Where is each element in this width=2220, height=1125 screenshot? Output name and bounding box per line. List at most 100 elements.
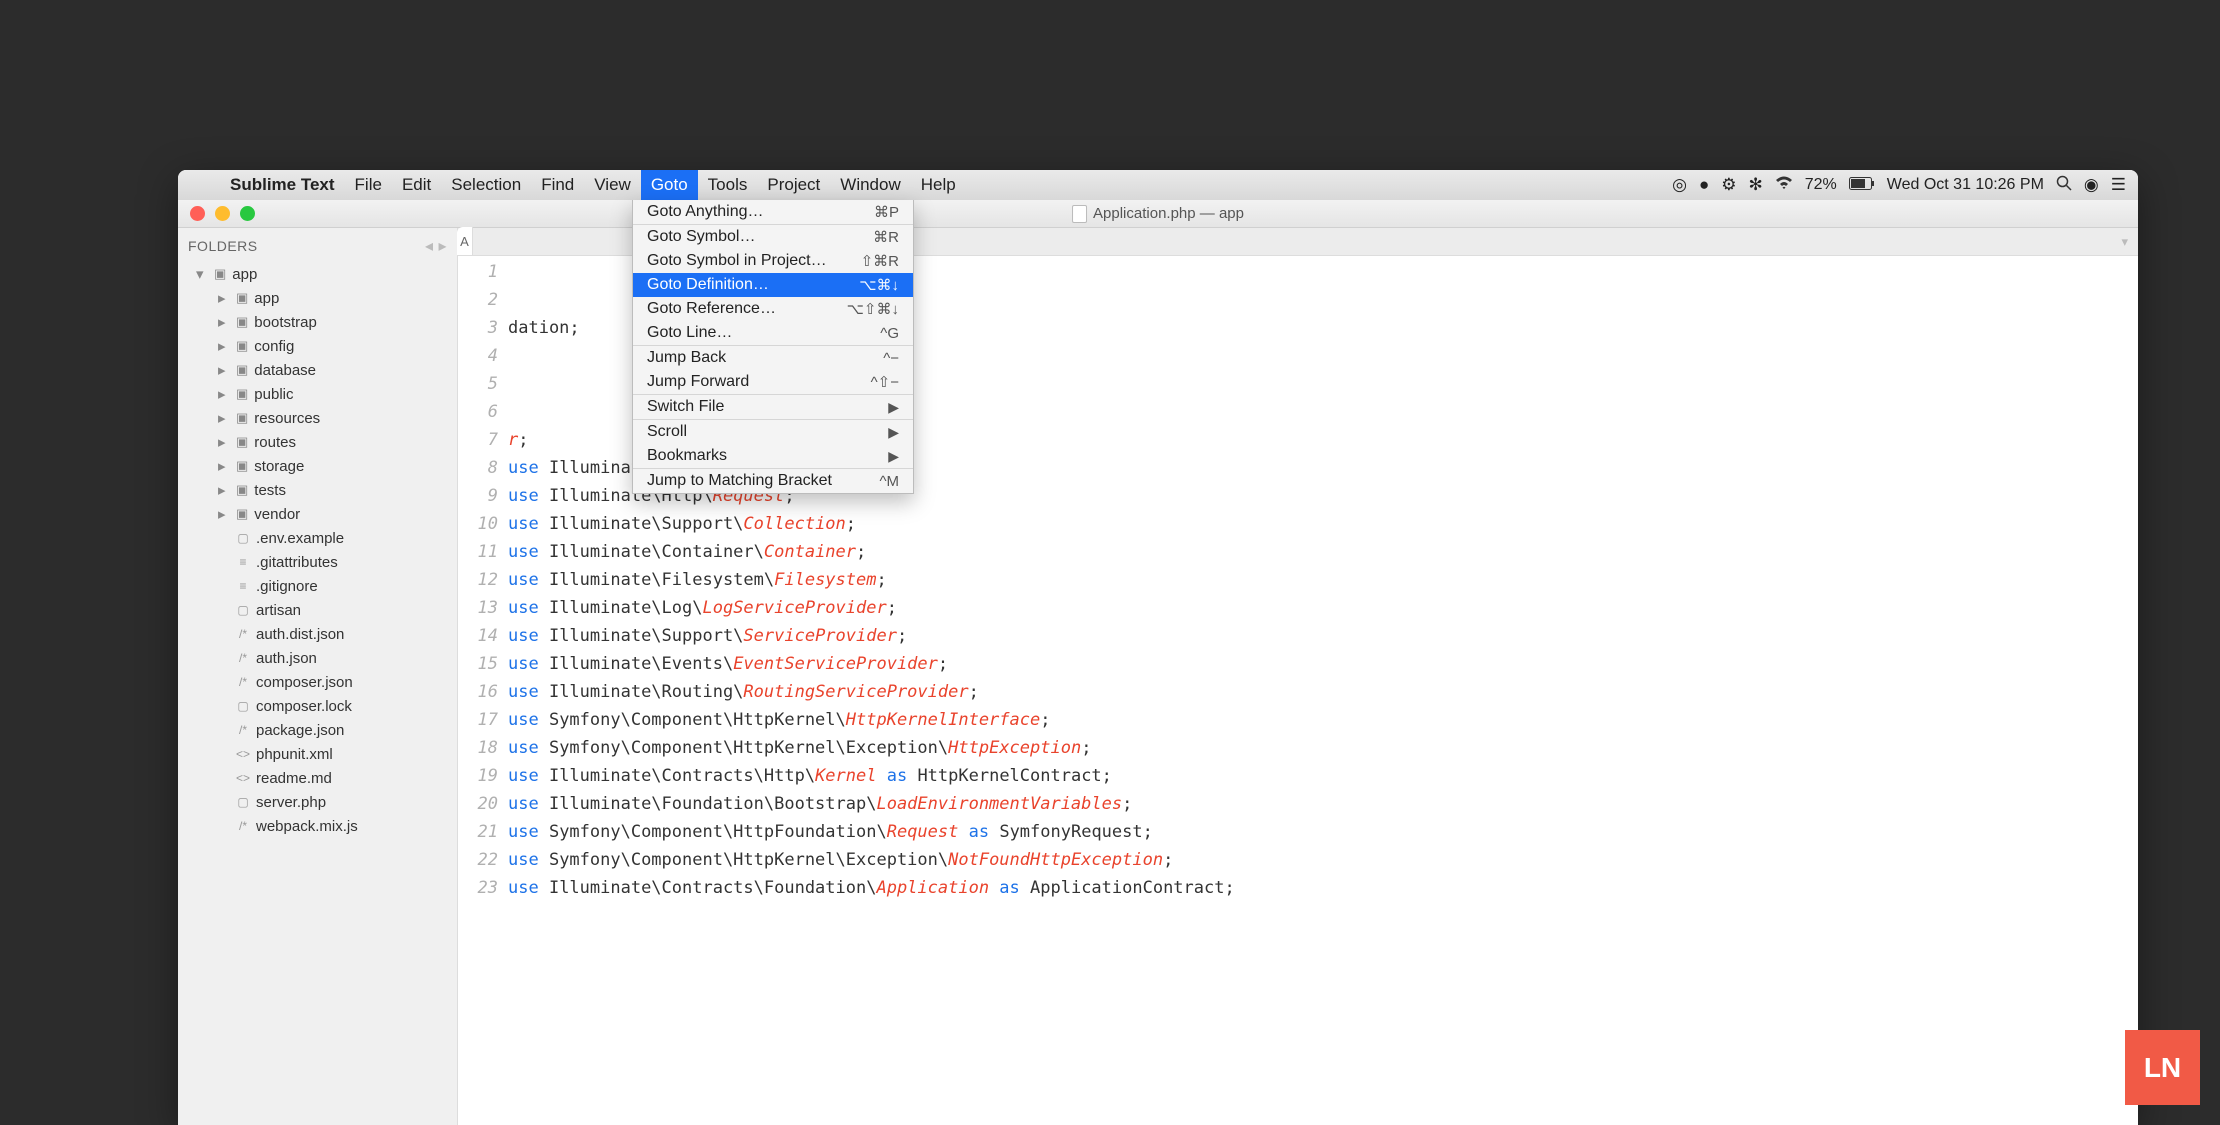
disclosure-triangle-icon[interactable]: ▸ <box>218 457 230 475</box>
disclosure-triangle-icon[interactable]: ▸ <box>218 361 230 379</box>
editor-window: Sublime Text FileEditSelectionFindViewGo… <box>178 170 2138 1125</box>
menu-file[interactable]: File <box>345 170 392 200</box>
tab-dropdown-icon[interactable]: ▾ <box>2121 234 2128 250</box>
filetype-icon: /* <box>236 675 250 689</box>
active-tab[interactable]: A <box>457 227 473 255</box>
sidebar-file-webpack-mix-js[interactable]: /*webpack.mix.js <box>178 814 457 838</box>
battery-icon[interactable] <box>1849 175 1875 195</box>
sidebar-folder-config[interactable]: ▸▣config <box>178 334 457 358</box>
filetype-icon: /* <box>236 651 250 665</box>
menubar-status: ◎ ● ⚙ ✻ 72% Wed Oct 31 10:26 PM ◉ ☰ <box>1672 175 2138 196</box>
filetype-icon: ▢ <box>236 531 250 545</box>
disclosure-triangle-icon[interactable]: ▸ <box>218 337 230 355</box>
sidebar-file-artisan[interactable]: ▢artisan <box>178 598 457 622</box>
creative-cloud-icon[interactable]: ◎ <box>1672 175 1687 195</box>
maximize-window-button[interactable] <box>240 206 255 221</box>
folder-label[interactable]: app <box>232 266 257 283</box>
filetype-icon: /* <box>236 723 250 737</box>
goto-dropdown-menu: Goto Anything…⌘PGoto Symbol…⌘RGoto Symbo… <box>632 200 914 494</box>
menu-item-switch-file[interactable]: Switch File▶ <box>633 395 913 420</box>
filetype-icon: ≡ <box>236 579 250 593</box>
disclosure-triangle-icon[interactable]: ▸ <box>218 505 230 523</box>
sync-icon[interactable]: ✻ <box>1749 175 1763 195</box>
sidebar-folder-vendor[interactable]: ▸▣vendor <box>178 502 457 526</box>
logo-badge: LN <box>2125 1030 2200 1105</box>
disclosure-triangle-icon[interactable]: ▸ <box>218 409 230 427</box>
menu-selection[interactable]: Selection <box>441 170 531 200</box>
sidebar-file-phpunit-xml[interactable]: <>phpunit.xml <box>178 742 457 766</box>
disclosure-triangle-icon[interactable]: ▸ <box>218 313 230 331</box>
filetype-icon: /* <box>236 819 250 833</box>
sidebar-file-auth-dist-json[interactable]: /*auth.dist.json <box>178 622 457 646</box>
line-gutter: 1234567891011121314151617181920212223 <box>458 256 508 1125</box>
clock[interactable]: Wed Oct 31 10:26 PM <box>1887 176 2044 194</box>
sidebar-file-auth-json[interactable]: /*auth.json <box>178 646 457 670</box>
sidebar-nav-arrows[interactable]: ◂ ▸ <box>425 236 447 256</box>
menu-project[interactable]: Project <box>757 170 830 200</box>
sidebar-file-server-php[interactable]: ▢server.php <box>178 790 457 814</box>
minimize-window-button[interactable] <box>215 206 230 221</box>
sidebar-file--gitignore[interactable]: ≡.gitignore <box>178 574 457 598</box>
sidebar-header: FOLDERS <box>188 238 258 254</box>
sidebar-folder-app[interactable]: ▸▣app <box>178 286 457 310</box>
menu-item-scroll[interactable]: Scroll▶ <box>633 420 913 444</box>
battery-percent: 72% <box>1805 176 1837 194</box>
filetype-icon: <> <box>236 771 250 785</box>
sidebar: FOLDERS ◂ ▸ ▾▣app▸▣app▸▣bootstrap▸▣confi… <box>178 228 458 1125</box>
menu-view[interactable]: View <box>584 170 641 200</box>
sidebar-folder-resources[interactable]: ▸▣resources <box>178 406 457 430</box>
wifi-icon[interactable] <box>1775 175 1793 195</box>
docker-icon[interactable]: ⚙ <box>1721 175 1736 195</box>
sidebar-folder-public[interactable]: ▸▣public <box>178 382 457 406</box>
sidebar-file-composer-lock[interactable]: ▢composer.lock <box>178 694 457 718</box>
sidebar-folder-bootstrap[interactable]: ▸▣bootstrap <box>178 310 457 334</box>
menu-goto[interactable]: Goto <box>641 170 698 200</box>
folder-icon: ▣ <box>236 386 248 402</box>
menu-item-goto-symbol[interactable]: Goto Symbol…⌘R <box>633 225 913 249</box>
notification-center-icon[interactable]: ☰ <box>2111 175 2126 195</box>
menu-item-goto-anything[interactable]: Goto Anything…⌘P <box>633 200 913 225</box>
menu-item-goto-reference[interactable]: Goto Reference…⌥⇧⌘↓ <box>633 297 913 321</box>
menu-item-goto-symbol-in-project[interactable]: Goto Symbol in Project…⇧⌘R <box>633 249 913 273</box>
window-title: Application.php — app <box>1093 205 1244 222</box>
spotlight-icon[interactable] <box>2056 175 2072 196</box>
sidebar-folder-routes[interactable]: ▸▣routes <box>178 430 457 454</box>
menu-item-bookmarks[interactable]: Bookmarks▶ <box>633 444 913 469</box>
filetype-icon: /* <box>236 627 250 641</box>
app-name[interactable]: Sublime Text <box>220 175 345 195</box>
menu-help[interactable]: Help <box>911 170 966 200</box>
menu-item-jump-back[interactable]: Jump Back^− <box>633 346 913 370</box>
siri-icon[interactable]: ◉ <box>2084 175 2099 195</box>
menu-item-jump-to-matching-bracket[interactable]: Jump to Matching Bracket^M <box>633 469 913 493</box>
disclosure-triangle-icon[interactable]: ▸ <box>218 433 230 451</box>
folder-icon: ▣ <box>236 290 248 306</box>
close-window-button[interactable] <box>190 206 205 221</box>
folder-icon: ▣ <box>236 338 248 354</box>
disclosure-triangle-icon[interactable]: ▸ <box>218 481 230 499</box>
menu-find[interactable]: Find <box>531 170 584 200</box>
sidebar-file-composer-json[interactable]: /*composer.json <box>178 670 457 694</box>
menu-window[interactable]: Window <box>830 170 910 200</box>
disclosure-triangle-icon[interactable]: ▸ <box>218 289 230 307</box>
filetype-icon: ▢ <box>236 699 250 713</box>
cloud-icon[interactable]: ● <box>1699 175 1709 195</box>
menu-item-jump-forward[interactable]: Jump Forward^⇧− <box>633 370 913 395</box>
sidebar-file--gitattributes[interactable]: ≡.gitattributes <box>178 550 457 574</box>
sidebar-folder-database[interactable]: ▸▣database <box>178 358 457 382</box>
disclosure-triangle-icon[interactable]: ▸ <box>218 385 230 403</box>
menu-item-goto-line[interactable]: Goto Line…^G <box>633 321 913 346</box>
sidebar-file-package-json[interactable]: /*package.json <box>178 718 457 742</box>
menubar: Sublime Text FileEditSelectionFindViewGo… <box>178 170 2138 200</box>
menu-edit[interactable]: Edit <box>392 170 441 200</box>
menu-item-goto-definition[interactable]: Goto Definition…⌥⌘↓ <box>633 273 913 297</box>
disclosure-triangle-icon[interactable]: ▾ <box>196 265 208 283</box>
menu-tools[interactable]: Tools <box>698 170 758 200</box>
filetype-icon: <> <box>236 747 250 761</box>
sidebar-folder-storage[interactable]: ▸▣storage <box>178 454 457 478</box>
folder-icon: ▣ <box>236 410 248 426</box>
sidebar-folder-tests[interactable]: ▸▣tests <box>178 478 457 502</box>
sidebar-file-readme-md[interactable]: <>readme.md <box>178 766 457 790</box>
sidebar-file--env-example[interactable]: ▢.env.example <box>178 526 457 550</box>
filetype-icon: ▢ <box>236 795 250 809</box>
folder-icon: ▣ <box>236 314 248 330</box>
